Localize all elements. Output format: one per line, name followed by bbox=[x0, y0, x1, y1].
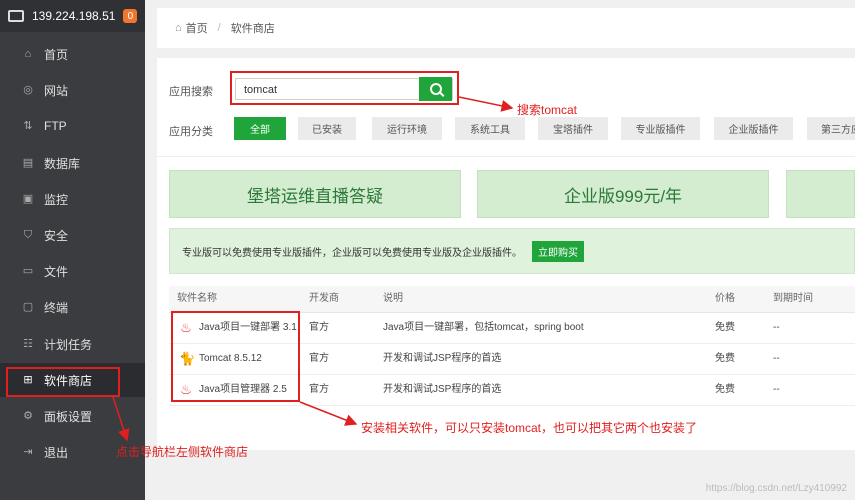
annotation-install: 安装相关软件，可以只安装tomcat，也可以把其它两个也安装了 bbox=[361, 421, 698, 435]
annotation-search: 搜索tomcat bbox=[517, 103, 578, 117]
watermark: https://blog.csdn.net/Lzy410992 bbox=[705, 483, 847, 494]
annotation-nav: 点击导航栏左侧软件商店 bbox=[116, 445, 249, 459]
